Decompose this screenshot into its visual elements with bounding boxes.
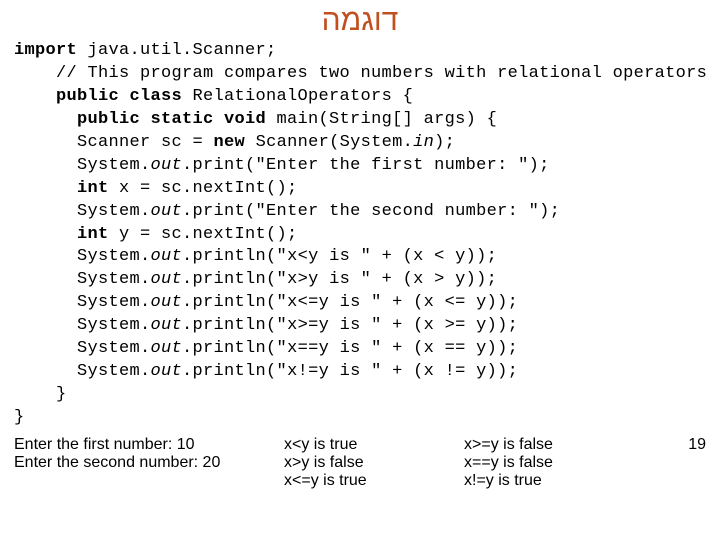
code-text: .println("x<=y is " + (x <= y)); (182, 293, 518, 312)
code-text: System. (14, 362, 151, 381)
output-col-results-2: x>=y is false x==y is false x!=y is true (464, 436, 688, 490)
code-text: RelationalOperators { (182, 87, 413, 106)
code-text: .println("x>y is " + (x > y)); (182, 270, 497, 289)
code-text: System. (14, 293, 151, 312)
code-text: java.util.Scanner; (77, 41, 277, 60)
code-text: ); (434, 133, 455, 152)
code-text: System. (14, 156, 151, 175)
code-text: System. (14, 316, 151, 335)
page-number: 19 (688, 436, 706, 454)
field-out: out (151, 362, 183, 381)
code-text: .println("x<y is " + (x < y)); (182, 247, 497, 266)
kw-import: import (14, 41, 77, 60)
field-out: out (151, 247, 183, 266)
output-line: Enter the first number: 10 (14, 436, 284, 454)
code-text: x = sc.nextInt(); (109, 179, 298, 198)
output-line: x<=y is true (284, 472, 464, 490)
code-text: y = sc.nextInt(); (109, 225, 298, 244)
output-line: x>=y is false (464, 436, 688, 454)
code-text: } (14, 385, 67, 404)
code-text: } (14, 408, 25, 427)
slide-title: דוגמה (14, 4, 706, 38)
output-line: x>y is false (284, 454, 464, 472)
code-text: System. (14, 339, 151, 358)
code-comment: // This program compares two numbers wit… (14, 64, 707, 83)
output-col-results-1: x<y is true x>y is false x<=y is true (284, 436, 464, 490)
output-col-input: Enter the first number: 10 Enter the sec… (14, 436, 284, 472)
kw-int: int (14, 225, 109, 244)
kw-new: new (214, 133, 246, 152)
field-out: out (151, 339, 183, 358)
code-text: .println("x!=y is " + (x != y)); (182, 362, 518, 381)
field-out: out (151, 156, 183, 175)
code-text: Scanner sc = (14, 133, 214, 152)
code-text: Scanner(System. (245, 133, 413, 152)
field-out: out (151, 270, 183, 289)
code-text: .println("x==y is " + (x == y)); (182, 339, 518, 358)
field-out: out (151, 293, 183, 312)
kw-method-sig: public static void (14, 110, 266, 129)
kw-int: int (14, 179, 109, 198)
field-out: out (151, 202, 183, 221)
kw-public-class: public class (14, 87, 182, 106)
output-line: x==y is false (464, 454, 688, 472)
output-line: x<y is true (284, 436, 464, 454)
code-text: .print("Enter the second number: "); (182, 202, 560, 221)
code-text: .println("x>=y is " + (x >= y)); (182, 316, 518, 335)
field-out: out (151, 316, 183, 335)
code-text: .print("Enter the first number: "); (182, 156, 550, 175)
output-row: Enter the first number: 10 Enter the sec… (14, 436, 706, 490)
code-text: main(String[] args) { (266, 110, 497, 129)
field-in: in (413, 133, 434, 152)
output-line: x!=y is true (464, 472, 688, 490)
output-line: Enter the second number: 20 (14, 454, 284, 472)
code-text: System. (14, 247, 151, 266)
code-text: System. (14, 270, 151, 289)
code-text: System. (14, 202, 151, 221)
code-block: import java.util.Scanner; // This progra… (14, 40, 706, 430)
